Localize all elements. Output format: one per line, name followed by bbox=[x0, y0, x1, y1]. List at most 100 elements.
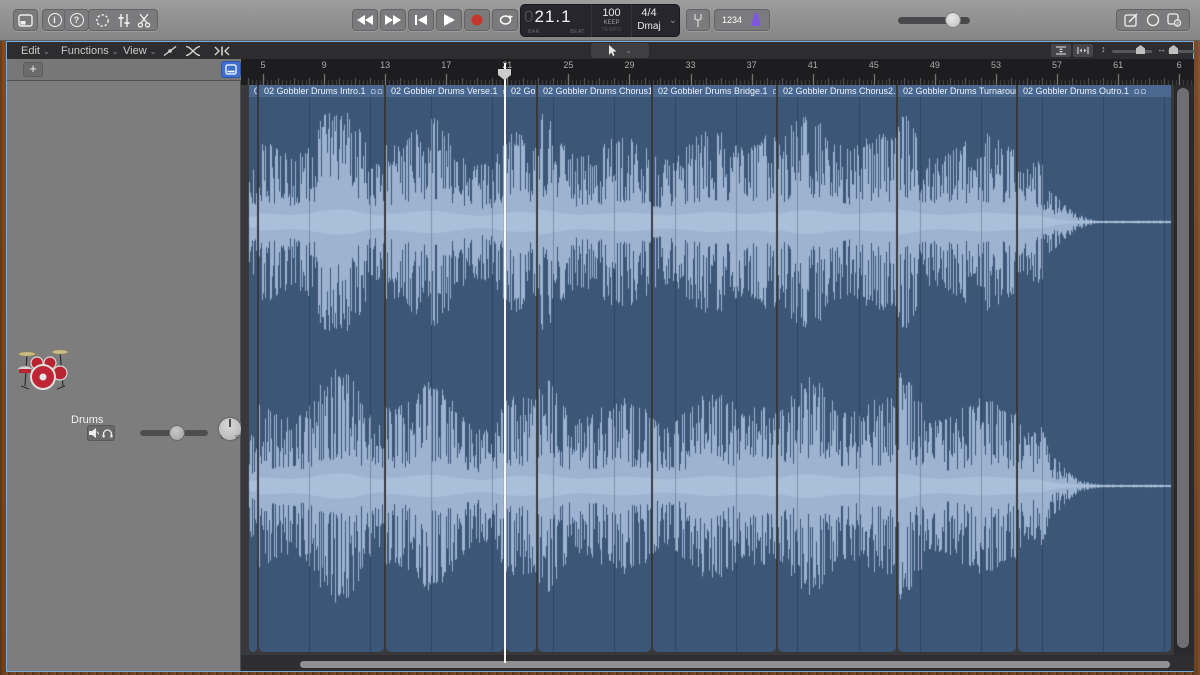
pan-knob[interactable]: L R bbox=[219, 418, 241, 440]
edit-menu-label: Edit bbox=[21, 45, 40, 57]
main-toolbar: i ? bbox=[0, 0, 1200, 41]
scissors-icon bbox=[137, 13, 151, 28]
info-icon: i bbox=[48, 13, 62, 27]
ruler-bar-label: 53 bbox=[991, 60, 1001, 70]
toolbar-right-group: ♪ bbox=[1116, 9, 1190, 31]
vzoom-icon: ↕ bbox=[1101, 44, 1106, 54]
ruler-bar-label: 49 bbox=[930, 60, 940, 70]
automation-icon bbox=[163, 45, 177, 57]
lcd-position-section[interactable]: 021.1 BAR BEAT bbox=[520, 4, 592, 37]
dashed-circle-icon bbox=[95, 13, 110, 28]
waveform-canvas[interactable] bbox=[241, 85, 1194, 655]
edit-menu[interactable]: Edit ⌄ bbox=[21, 44, 50, 58]
lcd-beat-label: BEAT bbox=[570, 29, 585, 35]
hzoom-icon: ↔ bbox=[1157, 44, 1166, 54]
faders-icon bbox=[117, 13, 131, 28]
horizontal-scrollbar-track[interactable] bbox=[241, 655, 1194, 671]
tuner-button[interactable] bbox=[686, 9, 710, 31]
solo-headphones-icon[interactable] bbox=[102, 428, 113, 438]
cycle-mode-button[interactable] bbox=[95, 13, 110, 28]
view-menu[interactable]: View ⌄ bbox=[123, 44, 156, 58]
inspector-icon bbox=[18, 14, 33, 27]
lcd-tempo-section[interactable]: 100 KEEP TEMPO bbox=[592, 4, 632, 37]
bar-ruler[interactable]: 59131721252933374145495357616 bbox=[241, 59, 1194, 85]
horizontal-auto-zoom-button[interactable] bbox=[1073, 44, 1093, 57]
chevron-down-icon: ⌄ bbox=[43, 47, 50, 56]
track-panel-toolbar: + bbox=[7, 59, 241, 81]
pan-needle bbox=[229, 419, 231, 427]
catch-playhead-icon bbox=[213, 45, 231, 57]
media-browser-button[interactable]: ♪ bbox=[1167, 13, 1182, 27]
split-tool-button[interactable] bbox=[137, 13, 151, 28]
functions-menu-label: Functions bbox=[61, 45, 109, 57]
lcd-chevron-icon[interactable]: ⌄ bbox=[666, 4, 680, 37]
tool-selector[interactable]: ⌄ bbox=[591, 43, 649, 58]
notepad-pencil-icon bbox=[1124, 13, 1138, 27]
loop-browser-button[interactable] bbox=[1146, 13, 1160, 27]
fast-forward-icon bbox=[385, 15, 401, 25]
play-button[interactable] bbox=[436, 9, 462, 31]
record-button[interactable] bbox=[464, 9, 490, 31]
chevron-down-icon: ⌄ bbox=[625, 46, 632, 55]
count-in-button[interactable]: 1234 bbox=[722, 15, 742, 25]
automation-button[interactable] bbox=[163, 44, 177, 58]
go-to-beginning-button[interactable] bbox=[408, 9, 434, 31]
ruler-bar-label: 25 bbox=[563, 60, 573, 70]
lcd-tempo-label: TEMPO bbox=[592, 27, 631, 33]
tuning-fork-icon bbox=[693, 13, 703, 28]
lcd-tempo-value: 100 bbox=[592, 7, 631, 19]
lcd-display[interactable]: 021.1 BAR BEAT 100 KEEP TEMPO 4/4 Dmaj ⌄ bbox=[520, 4, 680, 37]
lcd-key-section[interactable]: 4/4 Dmaj bbox=[632, 4, 666, 37]
loop-circle-icon bbox=[1146, 13, 1160, 27]
metronome-button[interactable] bbox=[750, 13, 762, 27]
vertical-auto-zoom-button[interactable] bbox=[1051, 44, 1071, 57]
metronome-icon bbox=[750, 13, 762, 27]
horizontal-zoom-thumb[interactable] bbox=[1169, 45, 1178, 54]
track-volume-thumb[interactable] bbox=[170, 426, 184, 440]
view-menu-label: View bbox=[123, 45, 147, 57]
horizontal-fit-icon bbox=[1077, 46, 1089, 55]
functions-menu[interactable]: Functions ⌄ bbox=[61, 44, 118, 58]
record-icon bbox=[471, 14, 483, 26]
track-inspector-toggle[interactable] bbox=[221, 61, 241, 78]
track-lane[interactable]: 0202 Gobbler Drums Intro.1ΩΩ02 Gobbler D… bbox=[241, 85, 1194, 655]
master-volume-thumb[interactable] bbox=[946, 13, 960, 27]
rewind-button[interactable] bbox=[352, 9, 378, 31]
fast-forward-button[interactable] bbox=[380, 9, 406, 31]
inspector-panel-icon bbox=[225, 64, 237, 75]
track-header-panel: Drums L R bbox=[7, 59, 241, 671]
ruler-bar-label: 5 bbox=[260, 60, 265, 70]
inspector-toggle-button[interactable] bbox=[13, 9, 38, 31]
toolbar-tool-group bbox=[88, 9, 158, 31]
cycle-button[interactable] bbox=[492, 9, 518, 31]
pan-right-label: R bbox=[235, 435, 239, 441]
crossfade-icon bbox=[185, 45, 201, 57]
lcd-key-value: Dmaj bbox=[632, 21, 666, 32]
mute-icon[interactable] bbox=[89, 428, 99, 438]
vertical-zoom-slider[interactable] bbox=[1112, 50, 1152, 53]
catch-playhead-button[interactable] bbox=[213, 44, 231, 58]
ruler-bar-label: 37 bbox=[747, 60, 757, 70]
help-button[interactable]: ? bbox=[64, 9, 89, 31]
lcd-time-signature: 4/4 bbox=[632, 7, 666, 19]
chevron-down-icon: ⌄ bbox=[150, 47, 157, 56]
rewind-icon bbox=[357, 15, 373, 25]
lcd-bar-label: BAR bbox=[528, 29, 540, 35]
vertical-scrollbar-thumb[interactable] bbox=[1177, 88, 1189, 648]
ruler-bar-label: 45 bbox=[869, 60, 879, 70]
horizontal-scrollbar-thumb[interactable] bbox=[300, 661, 1170, 668]
drum-kit-image bbox=[17, 346, 69, 390]
crossfade-button[interactable] bbox=[185, 44, 201, 58]
count-in-metronome-group: 1234 bbox=[714, 9, 770, 31]
ruler-bar-label: 6 bbox=[1177, 60, 1182, 70]
ruler-bar-label: 13 bbox=[380, 60, 390, 70]
vertical-fit-icon bbox=[1055, 46, 1067, 55]
mixer-button[interactable] bbox=[117, 13, 131, 28]
go-to-beginning-icon bbox=[415, 15, 427, 25]
note-pads-button[interactable] bbox=[1124, 13, 1138, 27]
logic-pro-screen: i ? bbox=[0, 0, 1200, 675]
vertical-zoom-thumb[interactable] bbox=[1136, 45, 1145, 54]
add-track-button[interactable]: + bbox=[23, 62, 43, 77]
mute-solo-group bbox=[87, 425, 115, 441]
cycle-loop-icon bbox=[498, 14, 513, 26]
